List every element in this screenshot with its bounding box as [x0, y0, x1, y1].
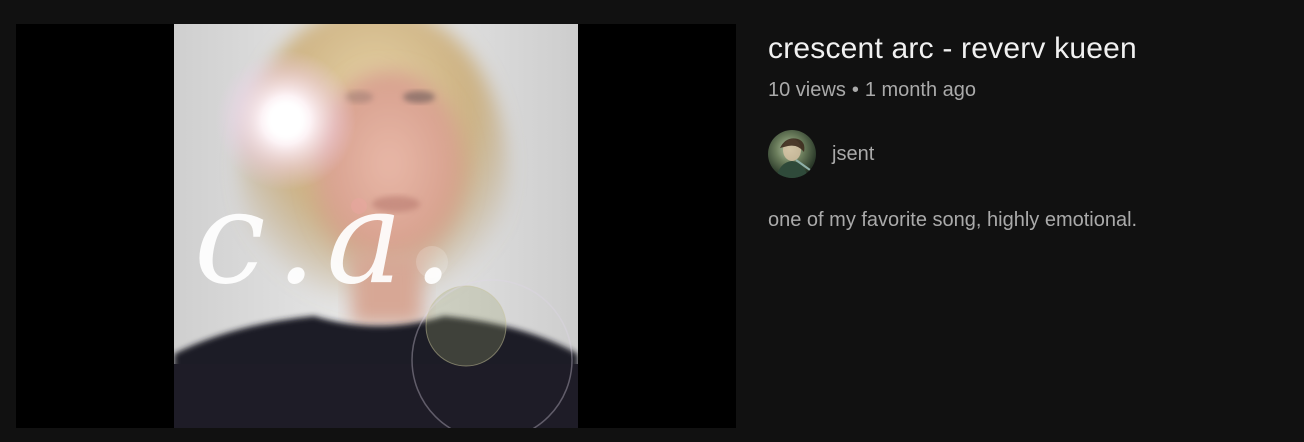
video-thumbnail[interactable]: c.a.: [16, 24, 736, 428]
video-metadata: 10 views • 1 month ago: [768, 76, 1288, 104]
thumbnail-text: c.a.: [194, 164, 463, 313]
meta-separator: •: [851, 79, 859, 101]
thumbnail-artwork: c.a.: [174, 24, 578, 428]
video-title[interactable]: crescent arc - reverv kueen: [768, 30, 1288, 68]
channel-name[interactable]: jsent: [832, 143, 874, 166]
view-count: 10 views: [768, 79, 846, 101]
video-result-row: c.a. crescent arc - reverv kueen 10 view…: [0, 0, 1304, 442]
upload-age: 1 month ago: [864, 79, 977, 101]
video-info: crescent arc - reverv kueen 10 views • 1 m…: [768, 30, 1288, 234]
channel-avatar[interactable]: [768, 130, 816, 178]
channel-link[interactable]: jsent: [768, 130, 1288, 178]
video-description: one of my favorite song, highly emotiona…: [768, 209, 1138, 231]
